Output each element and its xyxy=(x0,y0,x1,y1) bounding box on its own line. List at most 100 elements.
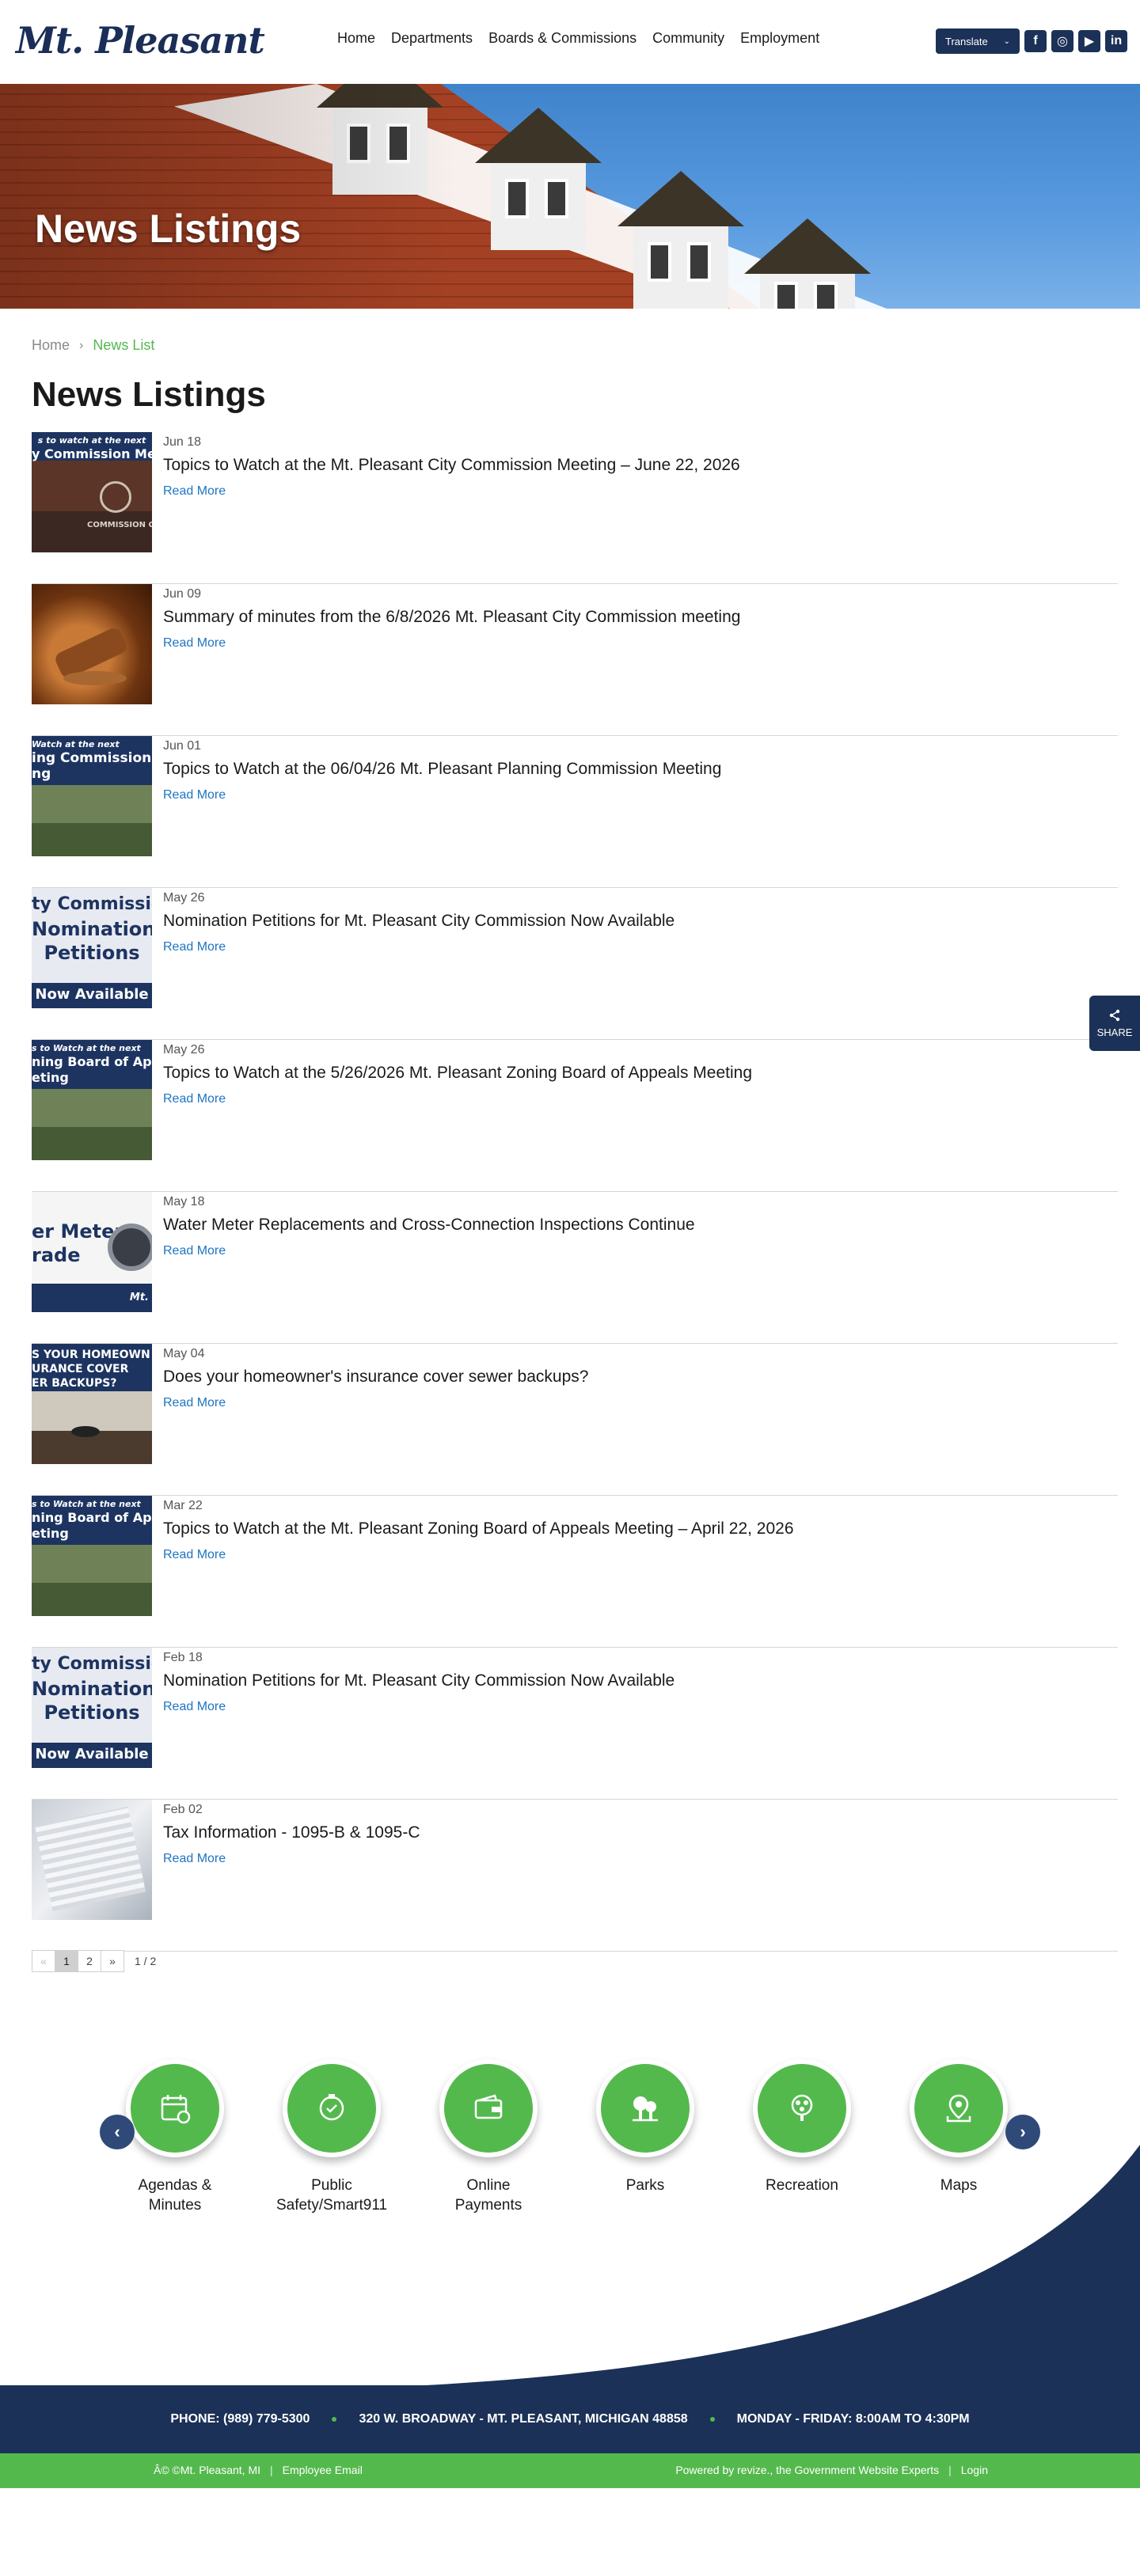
quick-links: Agendas & Minutes Public Safety/Smart911… xyxy=(126,2059,1008,2215)
read-more-link[interactable]: Read More xyxy=(163,1244,226,1258)
quick-link-label: Parks xyxy=(625,2177,665,2194)
facebook-icon[interactable]: f xyxy=(1024,30,1047,52)
breadcrumb-current: News List xyxy=(93,337,155,353)
read-more-link[interactable]: Read More xyxy=(163,1852,226,1866)
carousel-next-button[interactable]: › xyxy=(1005,2115,1040,2149)
powered-by-link[interactable]: Powered by revize., the Government Websi… xyxy=(675,2464,939,2476)
nav-community[interactable]: Community xyxy=(652,30,724,47)
read-more-link[interactable]: Read More xyxy=(163,1396,226,1410)
news-title[interactable]: Water Meter Replacements and Cross-Conne… xyxy=(163,1216,695,1235)
breadcrumb: Home › News List xyxy=(32,337,154,354)
news-date: Feb 02 xyxy=(163,1803,203,1816)
news-date: May 04 xyxy=(163,1347,205,1360)
news-item: Watch at the next ing Commission ng Jun … xyxy=(32,736,1118,888)
footer-phone[interactable]: PHONE: (989) 779-5300 xyxy=(170,2412,310,2426)
news-thumbnail[interactable]: er Meter rade Mt. xyxy=(32,1192,152,1312)
translate-button[interactable]: Translate ⌄ xyxy=(936,28,1020,54)
quick-link-recreation[interactable]: Recreation xyxy=(753,2059,851,2215)
pagination-prev[interactable]: « xyxy=(32,1950,55,1972)
news-thumbnail[interactable] xyxy=(32,1800,152,1920)
news-title[interactable]: Topics to Watch at the Mt. Pleasant City… xyxy=(163,456,740,475)
chevron-right-icon: › xyxy=(79,338,84,352)
news-thumbnail[interactable]: S YOUR HOMEOWN URANCE COVER ER BACKUPS? xyxy=(32,1344,152,1464)
news-title[interactable]: Topics to Watch at the 5/26/2026 Mt. Ple… xyxy=(163,1064,752,1083)
read-more-link[interactable]: Read More xyxy=(163,1092,226,1106)
news-title[interactable]: Tax Information - 1095-B & 1095-C xyxy=(163,1823,420,1842)
news-date: Mar 22 xyxy=(163,1499,203,1512)
news-thumbnail[interactable]: s to Watch at the next ning Board of App… xyxy=(32,1496,152,1616)
footer-bottom-bar: Â© ©Mt. Pleasant, MI | Employee Email Po… xyxy=(0,2453,1140,2488)
share-button[interactable]: SHARE xyxy=(1089,996,1140,1051)
employee-email-link[interactable]: Employee Email xyxy=(283,2464,363,2476)
hero-banner: News Listings xyxy=(0,84,1140,309)
news-item: Jun 09 Summary of minutes from the 6/8/2… xyxy=(32,584,1118,736)
nav-home[interactable]: Home xyxy=(337,30,375,47)
news-thumbnail[interactable]: ty Commissio Nomination Petitions Now Av… xyxy=(32,888,152,1008)
read-more-link[interactable]: Read More xyxy=(163,788,226,802)
site-logo[interactable]: Mt. Pleasant xyxy=(16,19,265,62)
news-title[interactable]: Summary of minutes from the 6/8/2026 Mt.… xyxy=(163,608,740,627)
pagination-page-1[interactable]: 1 xyxy=(55,1950,78,1972)
quick-link-label: Online Payments xyxy=(454,2177,522,2214)
read-more-link[interactable]: Read More xyxy=(163,940,226,954)
news-item: ty Commissio Nomination Petitions Now Av… xyxy=(32,888,1118,1040)
pagination-count: 1 / 2 xyxy=(135,1955,157,1967)
news-title[interactable]: Topics to Watch at the 06/04/26 Mt. Plea… xyxy=(163,760,721,779)
news-item: s to Watch at the next ning Board of App… xyxy=(32,1496,1118,1648)
news-list: s to watch at the next y Commission Meet… xyxy=(32,432,1118,1952)
footer-separator-dot xyxy=(332,2417,337,2422)
news-item: ty Commissio Nomination Petitions Now Av… xyxy=(32,1648,1118,1800)
quick-link-label: Maps xyxy=(940,2177,978,2194)
read-more-link[interactable]: Read More xyxy=(163,1700,226,1714)
breadcrumb-home[interactable]: Home xyxy=(32,337,70,354)
news-date: Jun 18 xyxy=(163,435,202,449)
news-item: Feb 02 Tax Information - 1095-B & 1095-C… xyxy=(32,1800,1118,1952)
pagination-next[interactable]: » xyxy=(101,1950,124,1972)
share-label: SHARE xyxy=(1096,1026,1133,1038)
read-more-link[interactable]: Read More xyxy=(163,1548,226,1562)
read-more-link[interactable]: Read More xyxy=(163,636,226,651)
instagram-icon[interactable]: ◎ xyxy=(1051,30,1074,52)
main-nav: Home Departments Boards & Commissions Co… xyxy=(337,30,819,47)
quick-link-online-payments[interactable]: Online Payments xyxy=(439,2059,538,2215)
nav-employment[interactable]: Employment xyxy=(740,30,819,47)
pagination: « 1 2 » 1 / 2 xyxy=(32,1950,156,1972)
pagination-page-2[interactable]: 2 xyxy=(78,1950,101,1972)
nav-boards-commissions[interactable]: Boards & Commissions xyxy=(488,30,636,47)
chevron-down-icon: ⌄ xyxy=(1003,36,1010,46)
meter-icon xyxy=(108,1224,152,1271)
news-thumbnail[interactable]: s to Watch at the next ning Board of App… xyxy=(32,1040,152,1160)
news-thumbnail[interactable]: ty Commissio Nomination Petitions Now Av… xyxy=(32,1648,152,1768)
news-item: s to watch at the next y Commission Meet… xyxy=(32,432,1118,584)
news-title[interactable]: Does your homeowner's insurance cover se… xyxy=(163,1368,588,1387)
linkedin-icon[interactable]: in xyxy=(1105,30,1127,52)
news-thumbnail[interactable] xyxy=(32,584,152,704)
youtube-icon[interactable]: ▶ xyxy=(1078,30,1100,52)
news-thumbnail[interactable]: s to watch at the next y Commission Meet… xyxy=(32,432,152,552)
footer-contact-bar: PHONE: (989) 779-5300 320 W. BROADWAY - … xyxy=(0,2385,1140,2453)
quick-link-label: Agendas & Minutes xyxy=(138,2177,212,2214)
header-tools: Translate ⌄ f ◎ ▶ in xyxy=(936,28,1127,54)
page-title: News Listings xyxy=(32,375,266,414)
quick-link-maps[interactable]: Maps xyxy=(910,2059,1008,2215)
site-header: Mt. Pleasant Home Departments Boards & C… xyxy=(0,0,1140,84)
news-thumbnail[interactable]: Watch at the next ing Commission ng xyxy=(32,736,152,856)
wallet-icon xyxy=(474,2094,503,2119)
quick-link-parks[interactable]: Parks xyxy=(596,2059,694,2215)
read-more-link[interactable]: Read More xyxy=(163,484,226,499)
news-title[interactable]: Nomination Petitions for Mt. Pleasant Ci… xyxy=(163,912,674,931)
quick-link-label: Public Safety/Smart911 xyxy=(276,2177,388,2214)
login-link[interactable]: Login xyxy=(961,2464,988,2476)
news-title[interactable]: Topics to Watch at the Mt. Pleasant Zoni… xyxy=(163,1519,794,1538)
news-title[interactable]: Nomination Petitions for Mt. Pleasant Ci… xyxy=(163,1671,674,1690)
translate-label: Translate xyxy=(945,35,988,47)
quick-link-public-safety[interactable]: Public Safety/Smart911 xyxy=(276,2059,387,2215)
footer-separator-dot xyxy=(709,2417,715,2422)
share-icon xyxy=(1109,1009,1120,1021)
nav-departments[interactable]: Departments xyxy=(391,30,473,47)
news-item: er Meter rade Mt. May 18 Water Meter Rep… xyxy=(32,1192,1118,1344)
quick-link-agendas[interactable]: Agendas & Minutes xyxy=(126,2059,224,2215)
trees-icon xyxy=(633,2096,658,2122)
carousel-prev-button[interactable]: ‹ xyxy=(100,2115,135,2149)
map-pin-icon xyxy=(946,2094,971,2123)
